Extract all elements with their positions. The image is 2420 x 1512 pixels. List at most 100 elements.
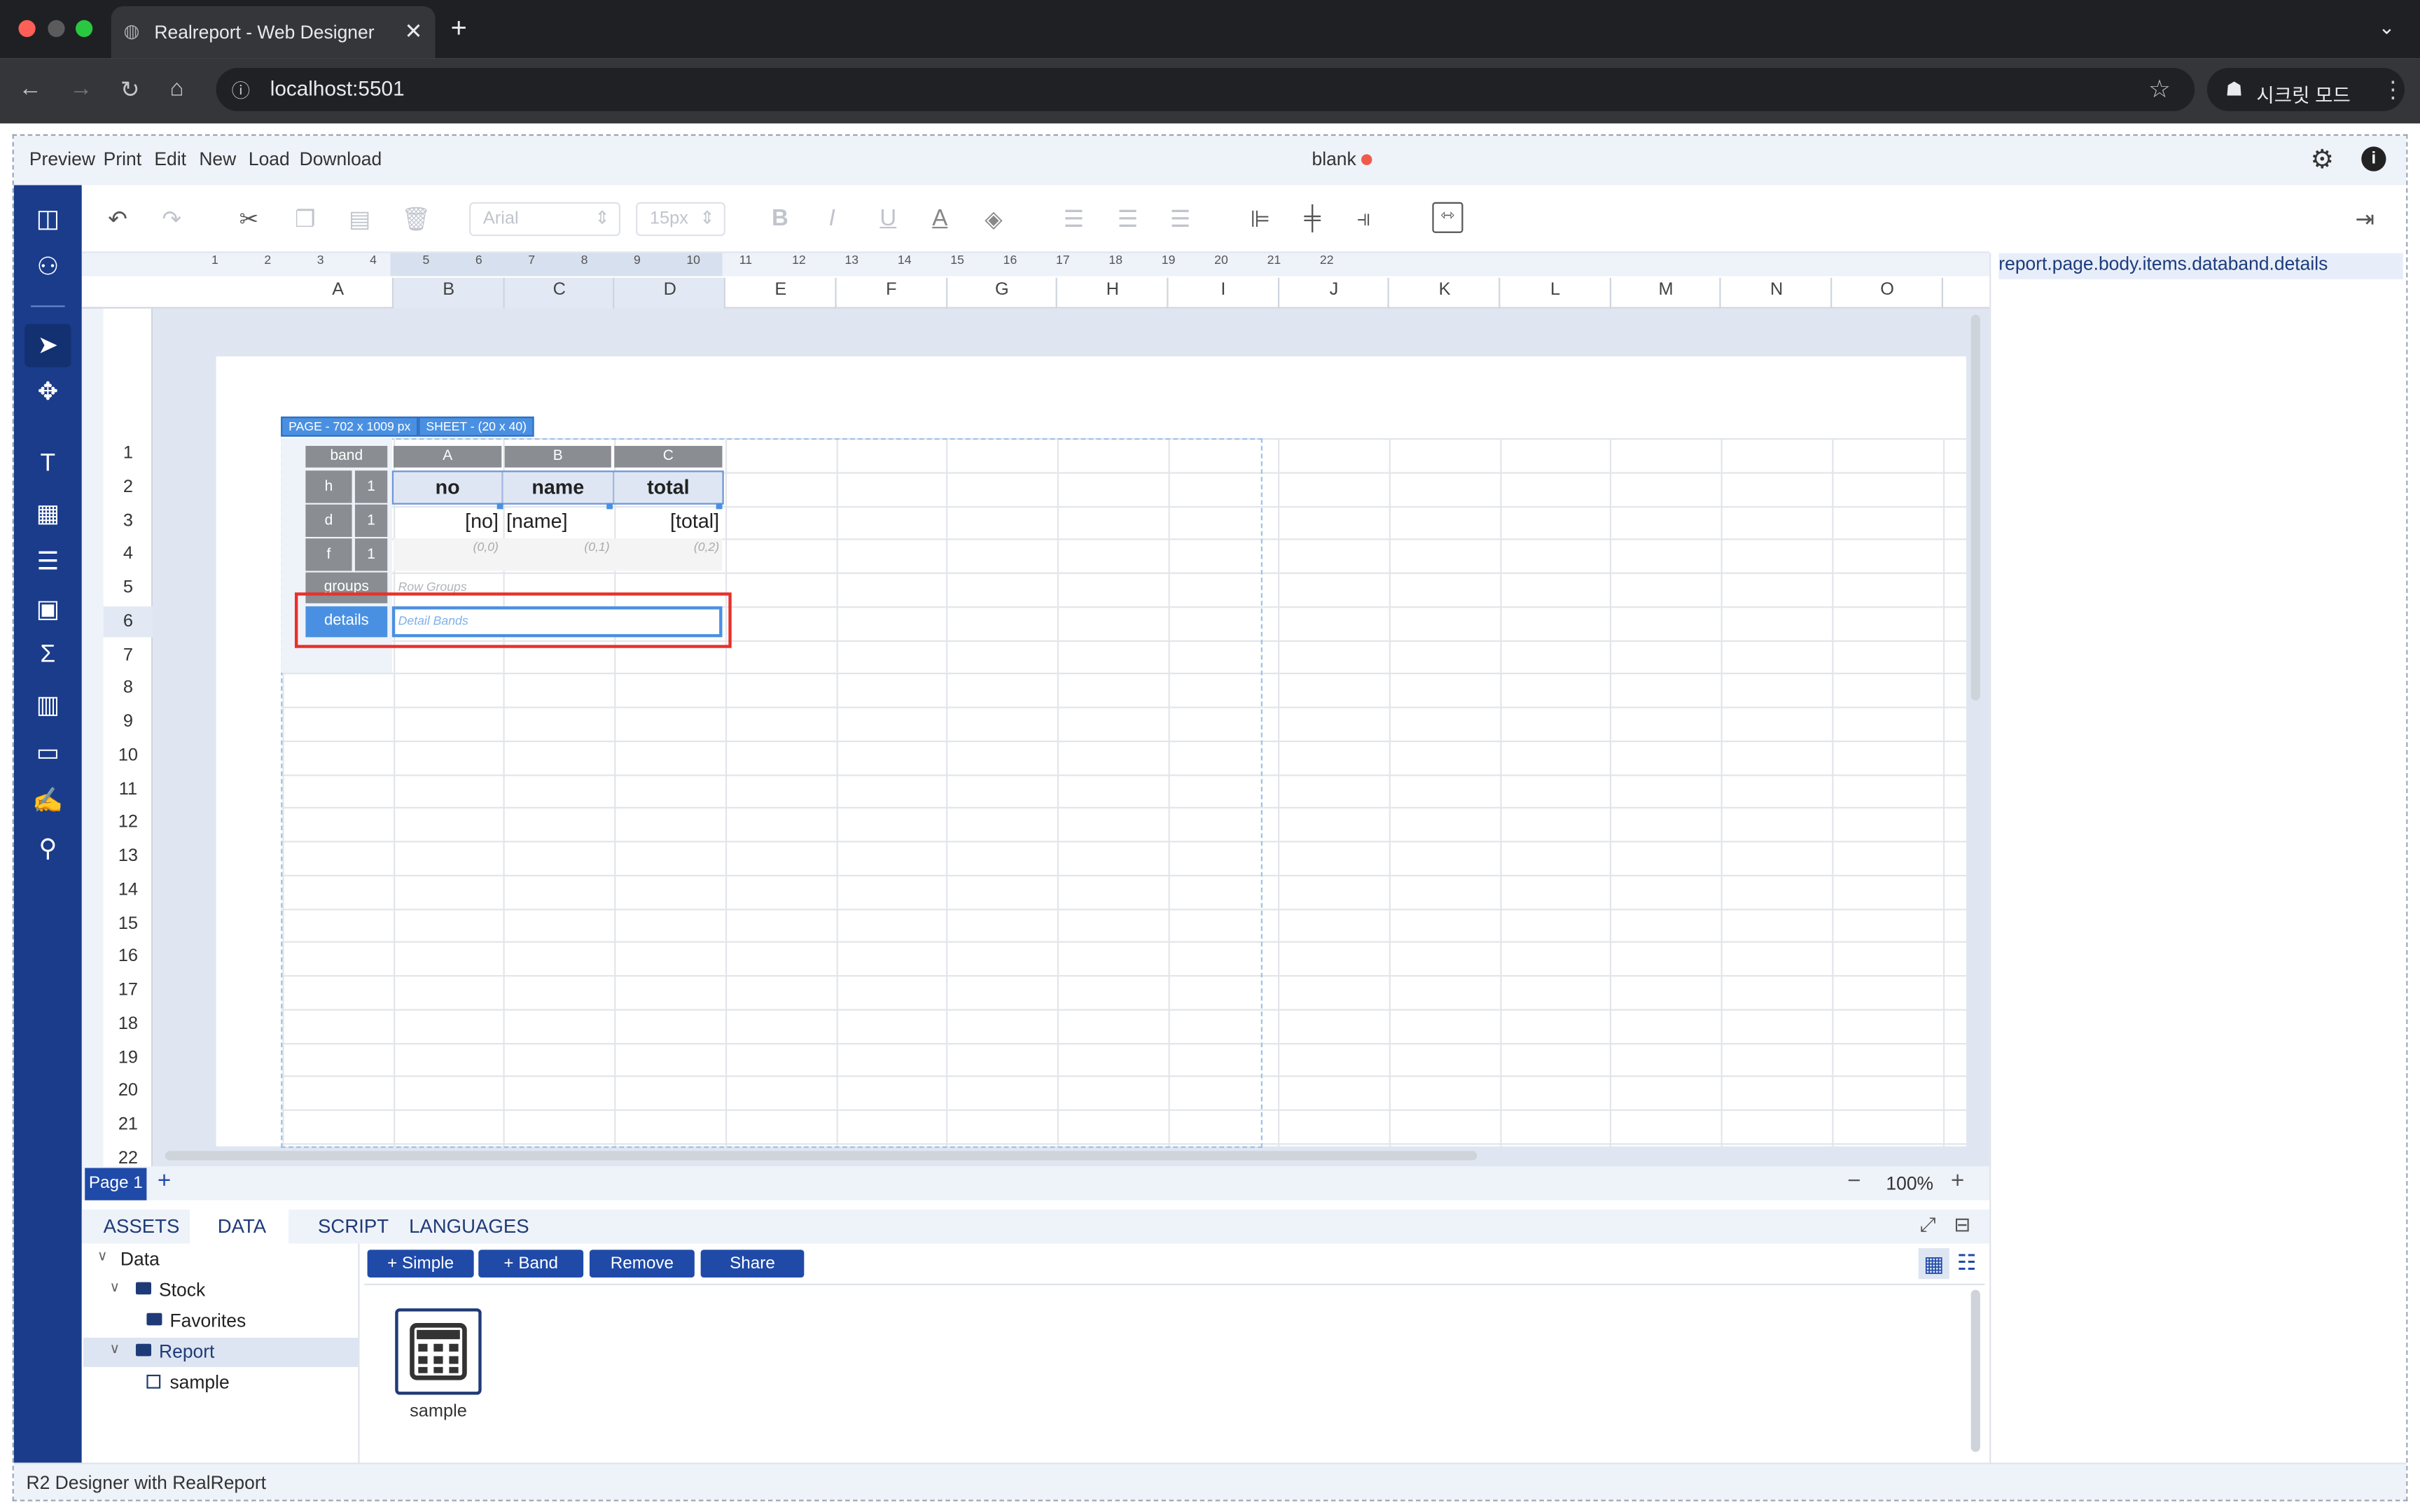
cut-scissors-icon[interactable]: ✂ [239,205,259,232]
incognito-badge[interactable]: ☗ 시크릿 모드 [2206,67,2405,111]
address-bar[interactable]: ⓘ localhost:5501 ☆ [216,67,2195,111]
select-cursor-icon[interactable]: ➤ [14,330,82,361]
tab-assets[interactable]: ASSETS [104,1210,180,1243]
paste-icon[interactable]: ▤ [349,205,370,232]
tree-item-report[interactable]: Report [159,1340,214,1362]
ruler-tick: 2 [264,253,272,267]
font-color-icon[interactable]: A [932,205,947,231]
expand-icon[interactable]: ⤢ [1920,1212,1936,1237]
info-icon[interactable]: i [2361,146,2386,172]
bookmark-star-icon[interactable]: ☆ [2148,74,2171,105]
expand-chevron-icon[interactable]: ∨ [97,1248,108,1265]
ruler-selection [390,253,723,276]
font-family-select[interactable]: Arial ⇕ [469,202,621,237]
undo-icon[interactable]: ↶ [108,205,127,232]
menu-new[interactable]: New [199,148,236,170]
header-cell-no[interactable]: no [394,475,501,498]
add-simple-button[interactable]: + Simple [367,1250,474,1278]
tree-item-stock[interactable]: Stock [159,1279,205,1301]
expand-chevron-icon[interactable]: ∨ [109,1340,120,1357]
italic-icon[interactable]: I [829,205,835,231]
delete-trash-icon[interactable]: 🗑 [401,205,431,232]
detail-cell-total[interactable]: [total] [614,509,719,532]
collapse-panel-icon[interactable]: ⇥ [2355,205,2374,232]
underline-icon[interactable]: U [879,205,896,231]
list-view-icon[interactable]: ☷ [1957,1250,1977,1275]
detail-cell-name[interactable]: [name] [506,509,614,532]
grid-tool-icon[interactable]: ▦ [14,498,82,529]
menu-download[interactable]: Download [300,148,382,170]
menu-preview[interactable]: Preview [29,148,95,170]
add-band-button[interactable]: + Band [478,1250,584,1278]
bold-icon[interactable]: B [772,205,788,231]
bottom-scrollbar[interactable] [1970,1289,1980,1452]
text-tool-icon[interactable]: T [14,451,82,479]
stamp-icon[interactable]: ⚲ [14,833,82,864]
align-objects-center-icon[interactable]: ╪ [1304,205,1320,231]
panel-toggle-icon[interactable]: ⊟ [1954,1212,1970,1237]
chevron-down-icon[interactable]: ⌄ [2379,15,2395,40]
zoom-in-icon[interactable]: + [1951,1168,1964,1194]
font-size-select[interactable]: 15px ⇕ [636,202,725,237]
share-button[interactable]: Share [700,1250,805,1278]
maximize-window-dot[interactable] [76,20,93,37]
table-tool-icon[interactable]: ☰ [14,546,82,577]
back-icon[interactable]: ← [18,76,41,102]
resize-handle[interactable] [716,503,723,510]
forward-icon[interactable]: → [69,76,92,102]
summary-sigma-icon[interactable]: Σ [14,642,82,670]
close-tab-icon[interactable]: ✕ [404,18,422,44]
footer-cell-1[interactable]: (0,1) [505,540,609,554]
menu-print[interactable]: Print [104,148,141,170]
add-page-icon[interactable]: + [158,1168,171,1194]
header-cell-total[interactable]: total [614,475,722,498]
vertical-scrollbar[interactable] [1970,314,1980,701]
grid-view-icon[interactable]: ▦ [1918,1248,1949,1280]
tree-item-favorites[interactable]: Favorites [169,1310,246,1331]
field-tool-icon[interactable]: ▭ [14,738,82,769]
toggle-sidebar-icon[interactable]: ◫ [14,204,82,234]
redo-icon[interactable]: ↷ [162,205,181,232]
menu-load[interactable]: Load [249,148,290,170]
tab-script[interactable]: SCRIPT [318,1210,389,1243]
menu-edit[interactable]: Edit [154,148,186,170]
sample-tile[interactable] [395,1308,482,1395]
footer-cell-2[interactable]: (0,2) [614,540,719,554]
site-info-icon[interactable]: ⓘ [232,77,250,103]
resize-handle[interactable] [606,503,613,510]
browser-tab[interactable]: ◍ Realreport - Web Designer ✕ [111,6,436,59]
expand-chevron-icon[interactable]: ∨ [109,1279,120,1296]
align-left-icon[interactable]: ☰ [1064,205,1085,232]
align-objects-right-icon[interactable]: ⫣ [1356,205,1370,231]
resize-handle[interactable] [496,503,503,510]
reload-icon[interactable]: ↻ [120,76,140,103]
detail-cell-no[interactable]: [no] [394,509,499,532]
align-right-icon[interactable]: ☰ [1170,205,1191,232]
header-cell-name[interactable]: name [503,475,613,498]
new-tab-icon[interactable]: + [451,13,467,45]
zoom-out-icon[interactable]: − [1847,1168,1861,1194]
browser-menu-icon[interactable]: ⋮ [2381,76,2405,103]
hierarchy-icon[interactable]: ⚇ [14,251,82,282]
tree-item-data[interactable]: Data [120,1248,160,1270]
page-tab[interactable]: Page 1 [85,1168,147,1200]
close-window-dot[interactable] [18,20,36,37]
signature-icon[interactable]: ✍ [14,785,82,816]
align-objects-left-icon[interactable]: ⊫ [1250,205,1270,232]
minimize-window-dot[interactable] [48,20,65,37]
tree-item-sample[interactable]: sample [169,1371,229,1393]
tab-data[interactable]: DATA [218,1210,266,1243]
horizontal-scrollbar[interactable] [165,1151,1477,1161]
remove-button[interactable]: Remove [589,1250,695,1278]
tab-languages[interactable]: LANGUAGES [409,1210,529,1243]
merge-cells-icon[interactable]: ⇿ [1432,202,1463,233]
image-tool-icon[interactable]: ▣ [14,594,82,625]
move-icon[interactable]: ✥ [14,377,82,407]
footer-cell-0[interactable]: (0,0) [394,540,499,554]
settings-gear-icon[interactable]: ⚙ [2311,145,2335,176]
barcode-icon[interactable]: ▥ [14,690,82,720]
align-center-icon[interactable]: ☰ [1118,205,1139,232]
copy-icon[interactable]: ❐ [295,205,316,232]
home-icon[interactable]: ⌂ [169,76,183,102]
fill-color-icon[interactable]: ◈ [985,205,1002,232]
